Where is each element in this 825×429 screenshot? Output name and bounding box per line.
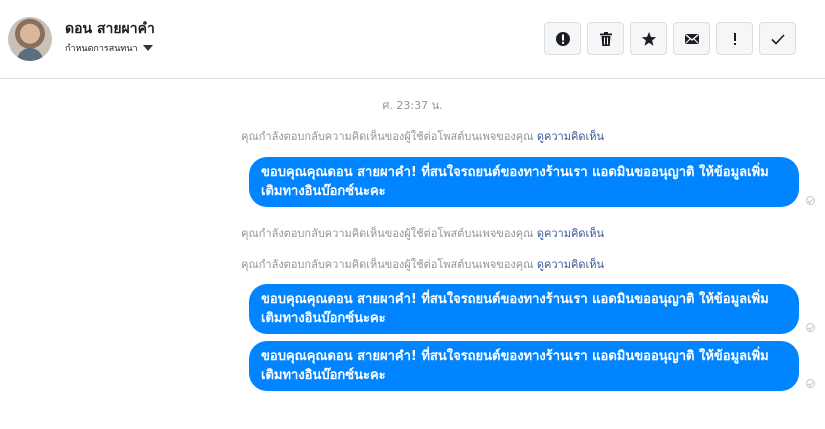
action-toolbar bbox=[544, 22, 796, 55]
notice-text: คุณกำลังตอบกลับความคิดเห็นของผู้ใช้ต่อโพ… bbox=[241, 258, 534, 271]
trash-icon bbox=[599, 31, 612, 46]
follow-up-button[interactable] bbox=[716, 22, 753, 55]
seen-check-icon bbox=[806, 379, 815, 388]
notice-text: คุณกำลังตอบกลับความคิดเห็นของผู้ใช้ต่อโพ… bbox=[241, 227, 534, 240]
reply-context-notice: คุณกำลังตอบกลับความคิดเห็นของผู้ใช้ต่อโพ… bbox=[241, 224, 604, 242]
star-button[interactable] bbox=[630, 22, 667, 55]
message-bubble: ขอบคุณคุณดอน สายผาคำ! ที่สนใจรถยนต์ของทา… bbox=[249, 341, 799, 391]
avatar[interactable] bbox=[8, 17, 52, 61]
conversation-status-dropdown[interactable]: กำหนดการสนทนา bbox=[65, 41, 153, 55]
message-thread: ศ. 23:37 น. คุณกำลังตอบกลับความคิดเห็นขอ… bbox=[0, 80, 825, 429]
alert-circle-icon bbox=[555, 31, 570, 46]
message-timestamp: ศ. 23:37 น. bbox=[382, 99, 443, 112]
view-comment-link[interactable]: ดูความคิดเห็น bbox=[537, 258, 604, 271]
view-comment-link[interactable]: ดูความคิดเห็น bbox=[537, 227, 604, 240]
message-bubble: ขอบคุณคุณดอน สายผาคำ! ที่สนใจรถยนต์ของทา… bbox=[249, 157, 799, 207]
seen-check-icon bbox=[806, 323, 815, 332]
message-bubble: ขอบคุณคุณดอน สายผาคำ! ที่สนใจรถยนต์ของทา… bbox=[249, 284, 799, 334]
view-comment-link[interactable]: ดูความคิดเห็น bbox=[537, 130, 604, 143]
caret-down-icon bbox=[142, 45, 153, 51]
mark-unread-button[interactable] bbox=[673, 22, 710, 55]
check-icon bbox=[770, 33, 785, 45]
mark-done-button[interactable] bbox=[759, 22, 796, 55]
conversation-status-label: กำหนดการสนทนา bbox=[65, 44, 138, 54]
exclamation-icon bbox=[733, 32, 736, 45]
star-icon bbox=[641, 31, 656, 46]
reply-context-notice: คุณกำลังตอบกลับความคิดเห็นของผู้ใช้ต่อโพ… bbox=[241, 255, 604, 273]
reply-context-notice: คุณกำลังตอบกลับความคิดเห็นของผู้ใช้ต่อโพ… bbox=[241, 127, 604, 145]
delete-button[interactable] bbox=[587, 22, 624, 55]
conversation-header: ดอน สายผาคำ กำหนดการสนทนา bbox=[0, 0, 825, 79]
envelope-icon bbox=[684, 33, 699, 44]
contact-name[interactable]: ดอน สายผาคำ bbox=[65, 18, 155, 40]
report-button[interactable] bbox=[544, 22, 581, 55]
notice-text: คุณกำลังตอบกลับความคิดเห็นของผู้ใช้ต่อโพ… bbox=[241, 130, 534, 143]
seen-check-icon bbox=[806, 196, 815, 205]
